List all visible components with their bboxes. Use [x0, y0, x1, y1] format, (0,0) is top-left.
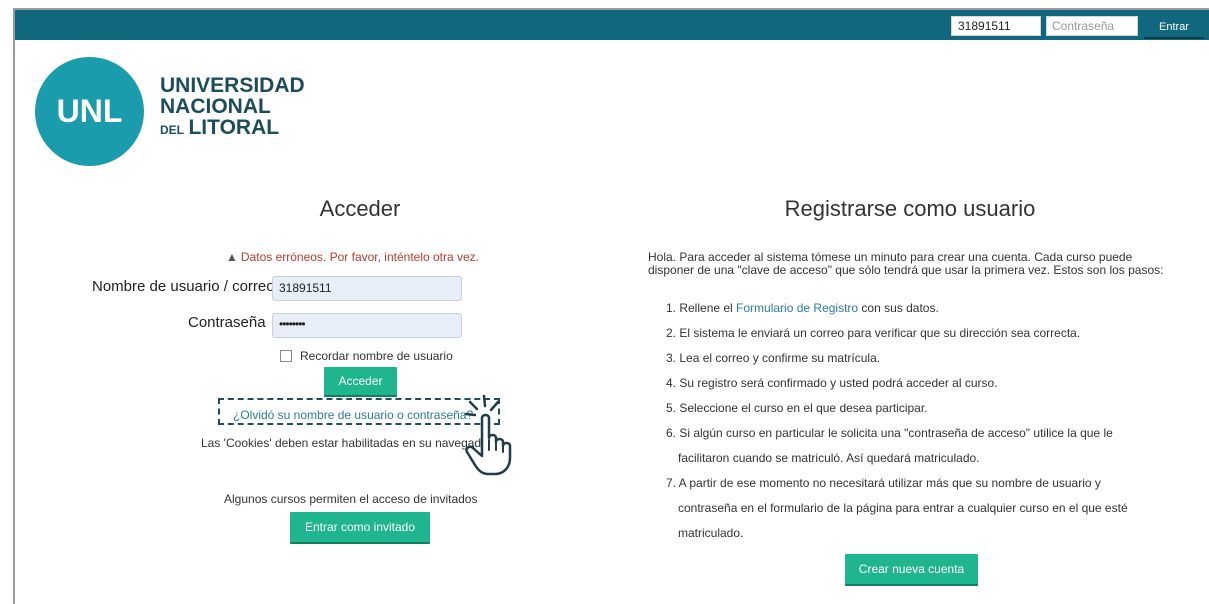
hand-cursor-icon [464, 394, 512, 476]
step-5: 5. Seleccione el curso en el que desea p… [666, 401, 928, 415]
guest-login-button[interactable]: Entrar como invitado [290, 512, 430, 544]
step-1: 1. Rellene el Formulario de Registro con… [666, 301, 939, 315]
unl-logo-icon: UNL [35, 57, 144, 166]
register-steps: 1. Rellene el Formulario de Registro con… [666, 296, 1166, 546]
topbar-login-button[interactable]: Entrar [1144, 17, 1204, 39]
registration-form-link[interactable]: Formulario de Registro [736, 301, 858, 315]
username-label: Nombre de usuario / correo [92, 278, 272, 295]
step-6: 6. Si algún curso en particular le solic… [666, 426, 1113, 465]
password-label: Contraseña [188, 314, 266, 331]
error-text: Datos erróneos. Por favor, inténtelo otr… [240, 250, 480, 264]
warning-icon: ▲ [226, 250, 238, 264]
login-title: Acceder [319, 196, 401, 221]
step-7: 7. A partir de ese momento no necesitará… [666, 476, 1128, 540]
cookies-notice: Las 'Cookies' deben estar habilitadas en… [201, 436, 492, 450]
logo-del: DEL [160, 123, 184, 137]
register-title: Registrarse como usuario [784, 196, 1036, 221]
username-input[interactable]: 31891511 [272, 276, 462, 301]
guest-access-text: Algunos cursos permiten el acceso de inv… [224, 492, 478, 506]
remember-label: Recordar nombre de usuario [300, 349, 453, 363]
step-2: 2. El sistema le enviará un correo para … [666, 326, 1081, 340]
topbar-username-input[interactable]: 31891511 [951, 16, 1041, 36]
remember-checkbox[interactable] [280, 350, 292, 362]
logo-initials: UNL [56, 93, 123, 129]
forgot-password-link[interactable]: ¿Olvidó su nombre de usuario o contraseñ… [233, 408, 473, 422]
create-account-button[interactable]: Crear nueva cuenta [845, 554, 978, 586]
university-name: UNIVERSIDAD NACIONAL DEL LITORAL [160, 75, 305, 141]
password-input[interactable]: •••••••• [272, 313, 462, 338]
register-intro: Hola. Para acceder al sistema tómese un … [648, 250, 1164, 277]
step-3: 3. Lea el correo y confirme su matrícula… [666, 351, 881, 365]
login-submit-button[interactable]: Acceder [324, 367, 397, 397]
topbar-password-input[interactable]: Contraseña [1046, 16, 1138, 36]
login-error-message: ▲ Datos erróneos. Por favor, inténtelo ot… [226, 250, 479, 264]
logo-line3: DEL LITORAL [160, 117, 305, 141]
remember-username[interactable]: Recordar nombre de usuario [280, 349, 453, 363]
logo-line2: NACIONAL [160, 95, 271, 118]
logo-line1: UNIVERSIDAD [160, 74, 305, 97]
logo-litoral: LITORAL [188, 116, 280, 139]
step-4: 4. Su registro será confirmado y usted p… [666, 376, 998, 390]
